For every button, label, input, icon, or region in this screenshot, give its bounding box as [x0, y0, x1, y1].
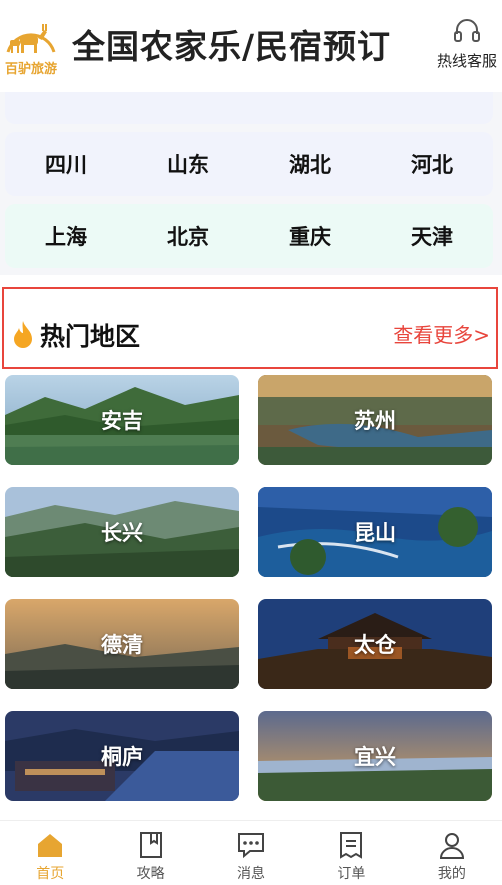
region-tile-tonglu[interactable]: 桐庐 — [5, 711, 239, 801]
province-item[interactable]: 山东 — [127, 132, 249, 196]
logo-text: 百驴旅游 — [4, 62, 57, 77]
message-icon — [238, 833, 265, 859]
tab-label: 首页 — [36, 866, 65, 882]
province-item[interactable]: 湖北 — [249, 132, 371, 196]
tab-label: 攻略 — [136, 866, 165, 882]
province-row-2: 上海 北京 重庆 天津 — [5, 204, 493, 268]
hot-regions-header: 热门地区 查看更多> — [2, 287, 498, 369]
region-tile-taicang[interactable]: 太仓 — [258, 599, 492, 689]
tab-orders[interactable]: 订单 — [301, 821, 401, 885]
tab-messages[interactable]: 消息 — [201, 821, 301, 885]
region-name: 苏州 — [354, 409, 396, 433]
region-name: 昆山 — [354, 521, 396, 545]
hotline-label: 热线客服 — [436, 52, 497, 70]
flame-icon — [14, 321, 32, 348]
province-row-1: 四川 山东 湖北 河北 — [5, 132, 493, 196]
tab-label: 消息 — [237, 866, 266, 882]
province-card-partial — [5, 92, 493, 124]
region-tile-anji[interactable]: 安吉 — [5, 375, 239, 465]
province-section: 四川 山东 湖北 河北 上海 北京 重庆 天津 — [0, 92, 502, 275]
region-name: 太仓 — [354, 633, 396, 657]
province-item[interactable]: 河北 — [371, 132, 493, 196]
province-item[interactable]: 上海 — [5, 204, 127, 268]
page-title: 全国农家乐/民宿预订 — [72, 27, 392, 66]
view-more-link[interactable]: 查看更多> — [393, 319, 490, 348]
region-name: 安吉 — [101, 409, 143, 433]
region-tile-changxing[interactable]: 长兴 — [5, 487, 239, 577]
hotline-button[interactable]: 热线客服 — [432, 18, 502, 71]
region-tile-kunshan[interactable]: 昆山 — [258, 487, 492, 577]
tab-label: 我的 — [437, 866, 466, 882]
region-name: 长兴 — [101, 521, 143, 545]
province-item[interactable]: 天津 — [371, 204, 493, 268]
region-tile-deqing[interactable]: 德清 — [5, 599, 239, 689]
home-icon — [38, 834, 63, 857]
region-tile-yixing[interactable]: 宜兴 — [258, 711, 492, 801]
bottom-tab-bar: 首页 攻略 消息 订单 我的 — [0, 820, 502, 885]
tab-guide[interactable]: 攻略 — [100, 821, 200, 885]
order-icon — [340, 832, 363, 859]
hot-regions-title: 热门地区 — [40, 322, 141, 351]
province-item[interactable]: 重庆 — [249, 204, 371, 268]
donkey-logo-icon — [6, 24, 56, 53]
tab-label: 订单 — [337, 866, 366, 882]
region-name: 德清 — [101, 633, 143, 657]
tab-profile[interactable]: 我的 — [402, 821, 502, 885]
app-header: 百驴旅游 全国农家乐/民宿预订 热线客服 — [0, 0, 502, 90]
tab-home[interactable]: 首页 — [0, 821, 100, 885]
region-tile-suzhou[interactable]: 苏州 — [258, 375, 492, 465]
guide-book-icon — [139, 832, 162, 858]
region-name: 宜兴 — [354, 745, 396, 769]
province-item[interactable]: 北京 — [127, 204, 249, 268]
headset-icon — [454, 19, 480, 42]
profile-icon — [439, 833, 464, 859]
province-item[interactable]: 四川 — [5, 132, 127, 196]
region-name: 桐庐 — [101, 745, 143, 769]
